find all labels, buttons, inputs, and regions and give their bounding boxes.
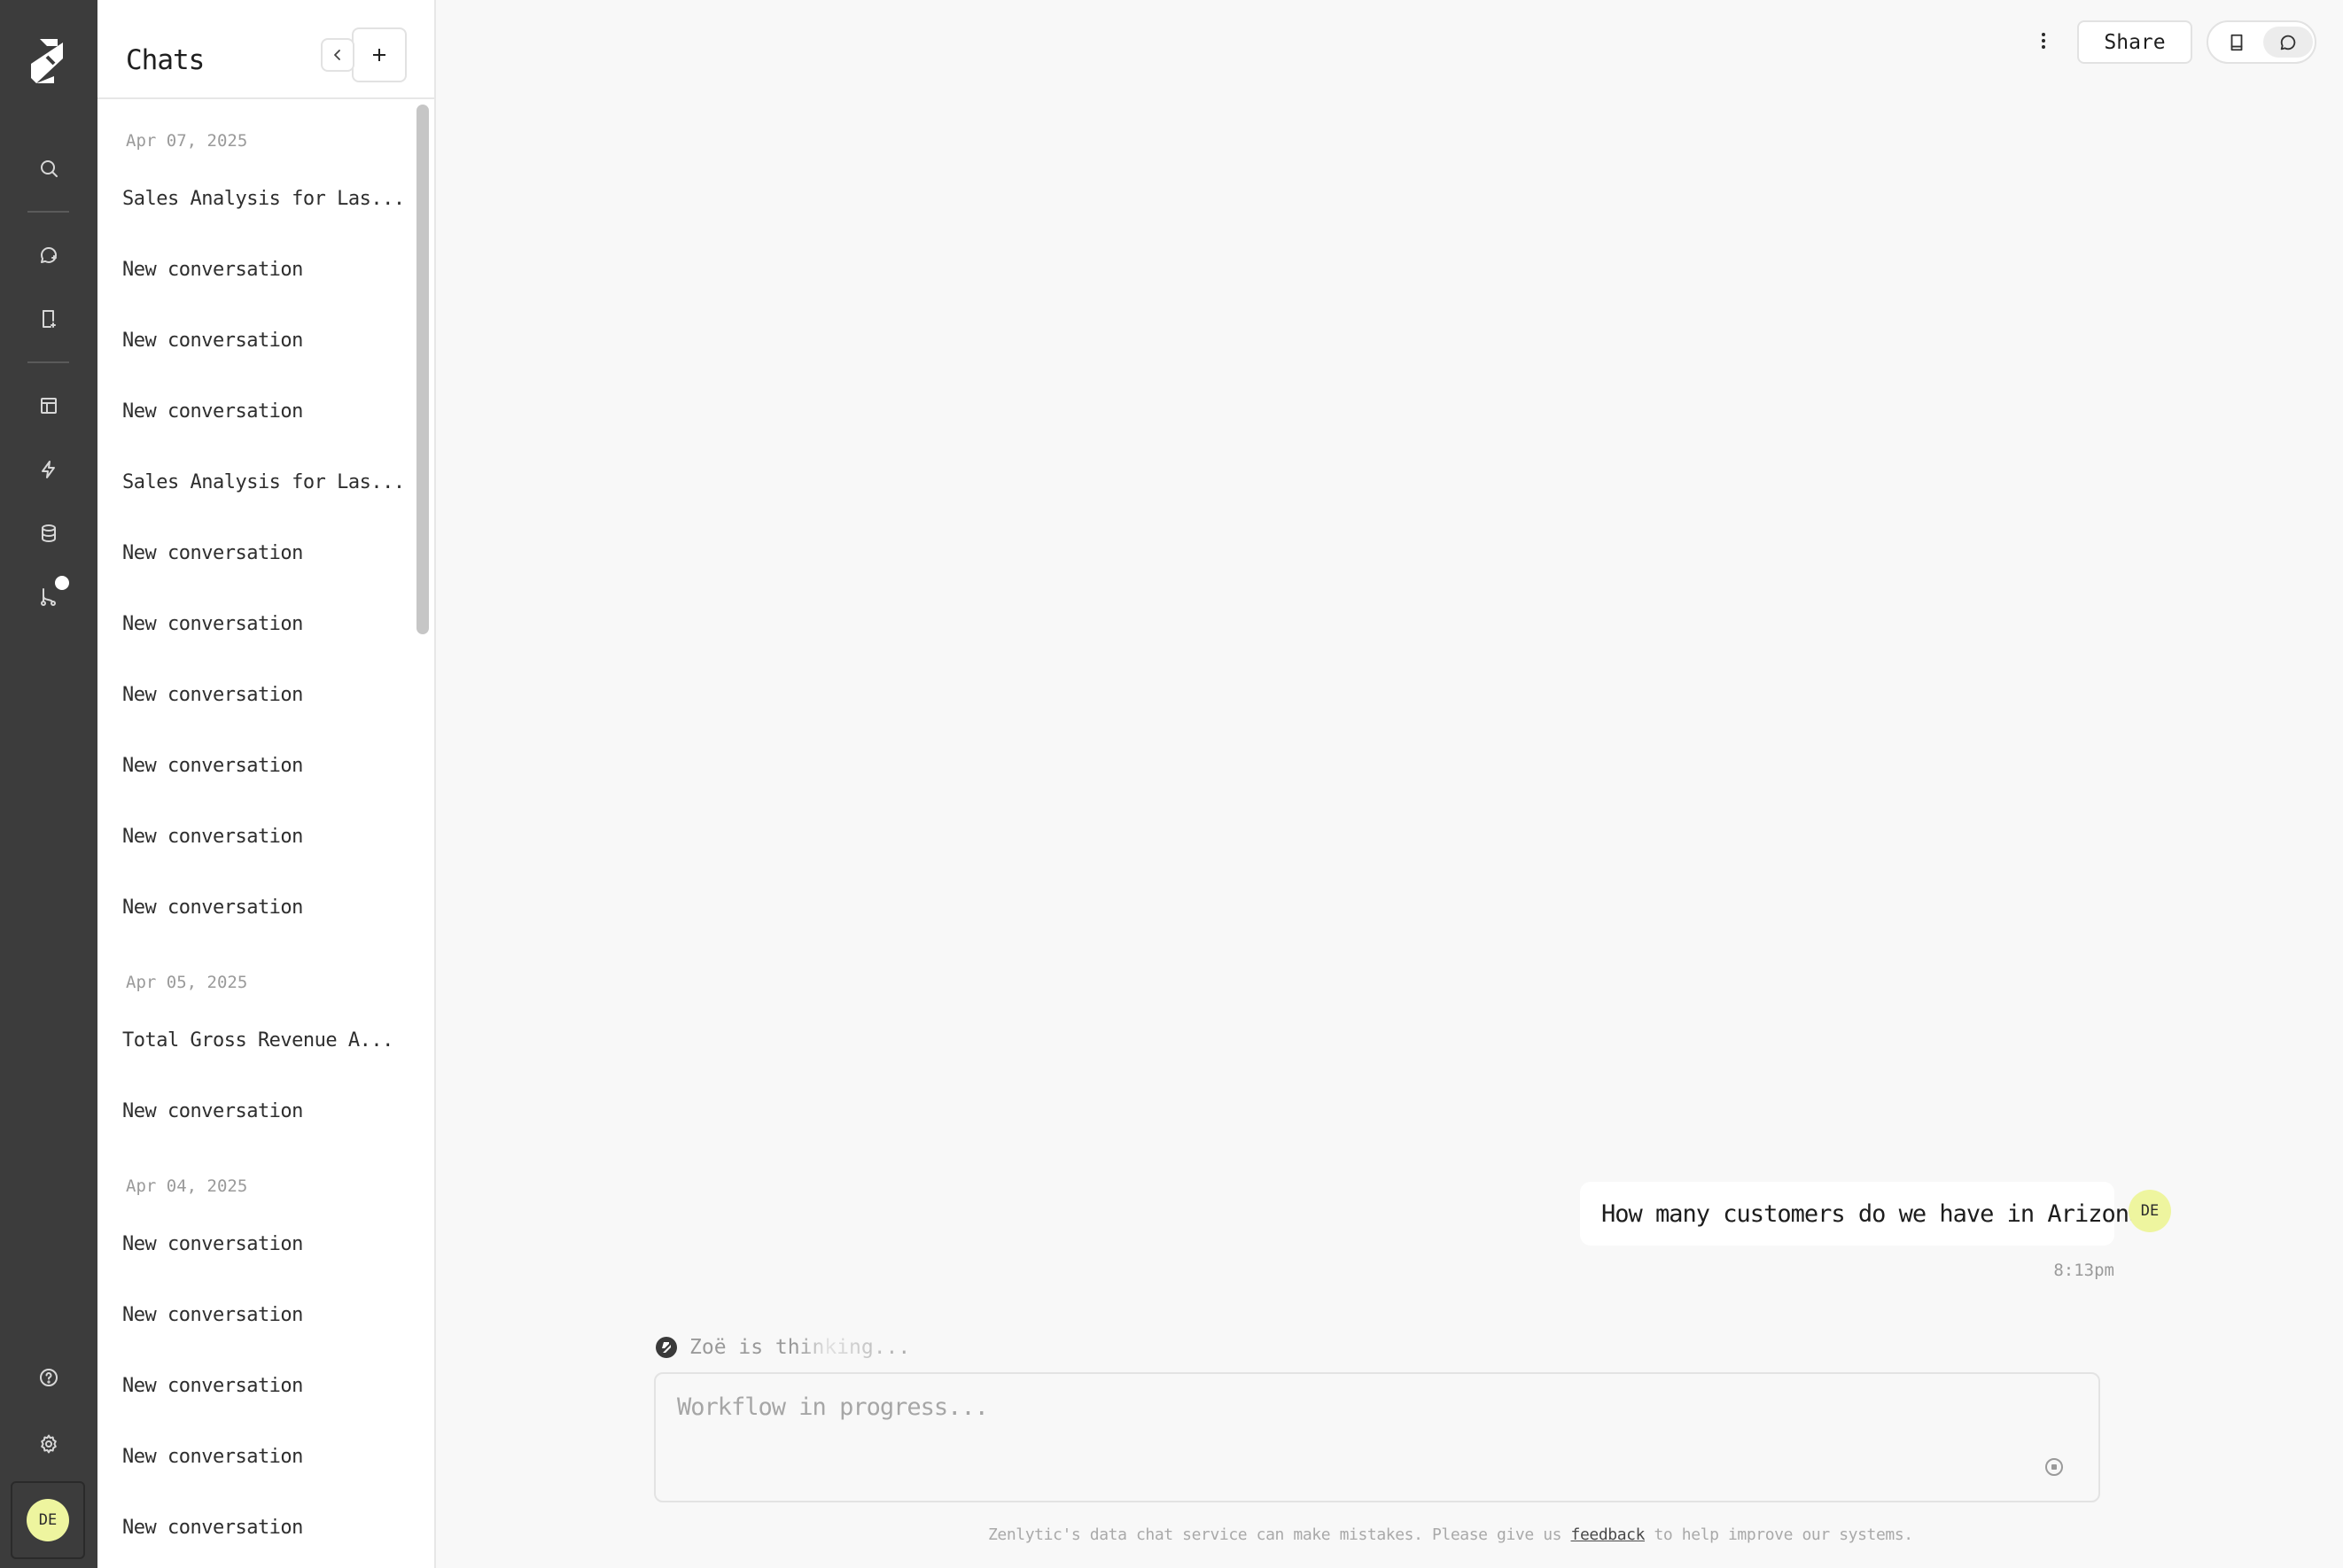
user-message-bubble: How many customers do we have in Arizona…	[1580, 1182, 2156, 1246]
list-item[interactable]: New conversation	[122, 542, 303, 564]
zoe-logo-icon	[656, 1337, 677, 1358]
view-toggle	[2207, 20, 2316, 64]
list-item[interactable]: New conversation	[122, 897, 303, 919]
list-item[interactable]: New conversation	[122, 259, 303, 281]
notebook-icon	[2230, 34, 2243, 50]
list-item[interactable]: New conversation	[122, 1233, 303, 1255]
collapse-panel-button[interactable]	[321, 38, 354, 72]
date-group-label: Apr 07, 2025	[126, 131, 248, 151]
list-item[interactable]: New conversation	[122, 826, 303, 848]
notification-dot	[55, 576, 69, 590]
list-item[interactable]: New conversation	[122, 330, 303, 352]
workflow-icon[interactable]	[31, 452, 66, 487]
feedback-link[interactable]: feedback	[1571, 1525, 1646, 1544]
help-icon[interactable]	[31, 1360, 66, 1395]
chat-input[interactable]	[677, 1393, 2024, 1447]
stop-button[interactable]	[2038, 1451, 2070, 1483]
list-item[interactable]: New conversation	[122, 1375, 303, 1397]
chat-list: Apr 07, 2025 Sales Analysis for Las... N…	[97, 101, 409, 1568]
message-timestamp: 8:13pm	[2053, 1261, 2114, 1280]
search-icon[interactable]	[31, 151, 66, 186]
list-item[interactable]: New conversation	[122, 1517, 303, 1539]
list-item[interactable]: New conversation	[122, 400, 303, 423]
disclaimer-footer: Zenlytic's data chat service can make mi…	[988, 1525, 1913, 1544]
zenlytic-logo-icon[interactable]	[27, 37, 68, 85]
list-item[interactable]: Sales Analysis for Las...	[122, 471, 405, 493]
share-button[interactable]: Share	[2077, 20, 2192, 64]
list-item[interactable]: New conversation	[122, 613, 303, 635]
page-title: Chats	[126, 44, 205, 76]
chat-view-button[interactable]	[2263, 27, 2313, 58]
avatar: DE	[27, 1499, 69, 1541]
thinking-indicator: Zoë is thinking...	[656, 1336, 910, 1359]
chat-input-box	[654, 1372, 2100, 1502]
notebook-icon[interactable]	[31, 301, 66, 337]
date-group-label: Apr 04, 2025	[126, 1176, 248, 1196]
more-options-button[interactable]	[2031, 25, 2056, 57]
rail-divider	[27, 211, 69, 213]
list-item[interactable]: New conversation	[122, 1446, 303, 1468]
new-chat-button[interactable]	[352, 27, 407, 82]
list-item[interactable]: Total Gross Revenue A...	[122, 1029, 393, 1052]
thinking-text: Zoë is thinking...	[689, 1336, 911, 1359]
user-menu[interactable]: DE	[11, 1481, 85, 1559]
chat-icon[interactable]	[31, 237, 66, 273]
avatar: DE	[2129, 1190, 2171, 1232]
date-group-label: Apr 05, 2025	[126, 973, 248, 992]
list-item[interactable]: New conversation	[122, 1100, 303, 1122]
settings-icon[interactable]	[31, 1426, 66, 1462]
stop-circle-icon	[2045, 1458, 2063, 1476]
rail-divider	[27, 361, 69, 363]
app-rail: DE	[0, 0, 97, 1568]
dashboard-icon[interactable]	[31, 388, 66, 423]
chat-icon	[2280, 35, 2296, 50]
footer-text-end: to help improve our systems.	[1645, 1525, 1913, 1544]
notebook-view-button[interactable]	[2212, 27, 2261, 58]
footer-text: Zenlytic's data chat service can make mi…	[988, 1525, 1571, 1544]
more-vertical-icon	[2042, 33, 2045, 49]
list-item[interactable]: New conversation	[122, 684, 303, 706]
list-item[interactable]: New conversation	[122, 1304, 303, 1326]
plus-icon	[373, 49, 385, 61]
chats-panel-header: Chats	[97, 0, 436, 99]
chats-panel: Chats Apr 07, 2025 Sales Analysis for La…	[97, 0, 436, 1568]
list-item[interactable]: Sales Analysis for Las...	[122, 188, 405, 210]
chat-list-scrollbar[interactable]	[416, 105, 429, 634]
list-item[interactable]: New conversation	[122, 755, 303, 777]
database-icon[interactable]	[31, 516, 66, 551]
chevron-left-icon	[334, 50, 340, 60]
